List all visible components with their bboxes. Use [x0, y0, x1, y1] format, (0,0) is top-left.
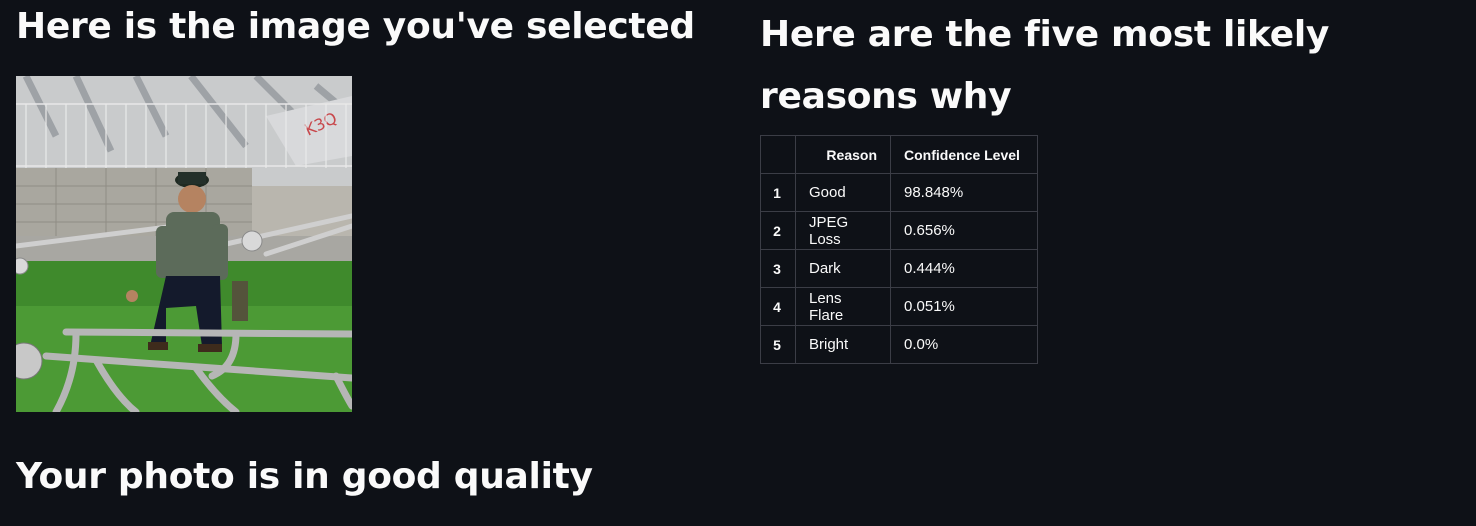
reason-cell: Good	[795, 173, 891, 212]
selected-photo: K3Q	[16, 76, 352, 412]
row-index: 1	[760, 173, 796, 212]
confidence-cell: 0.0%	[890, 325, 1038, 364]
table-row: 3 Dark 0.444%	[760, 249, 1038, 288]
reason-cell: JPEG Loss	[795, 211, 891, 250]
confidence-cell: 98.848%	[890, 173, 1038, 212]
table-row: 5 Bright 0.0%	[760, 325, 1038, 364]
reason-cell: Lens Flare	[795, 287, 891, 326]
table-row: 2 JPEG Loss 0.656%	[760, 211, 1038, 250]
row-index: 3	[760, 249, 796, 288]
confidence-cell: 0.051%	[890, 287, 1038, 326]
confidence-cell: 0.444%	[890, 249, 1038, 288]
reasons-table: Reason Confidence Level 1 Good 98.848% 2…	[760, 135, 1038, 364]
reason-cell: Dark	[795, 249, 891, 288]
row-index: 2	[760, 211, 796, 250]
row-index: 4	[760, 287, 796, 326]
reason-column-header: Reason	[795, 135, 891, 174]
index-column-header	[760, 135, 796, 174]
row-index: 5	[760, 325, 796, 364]
table-header-row: Reason Confidence Level	[760, 135, 1038, 174]
table-row: 1 Good 98.848%	[760, 173, 1038, 212]
table-row: 4 Lens Flare 0.051%	[760, 287, 1038, 326]
confidence-column-header: Confidence Level	[890, 135, 1038, 174]
confidence-cell: 0.656%	[890, 211, 1038, 250]
reason-cell: Bright	[795, 325, 891, 364]
selected-image-heading: Here is the image you've selected	[16, 6, 695, 47]
reasons-heading: Here are the five most likely reasons wh…	[760, 14, 1330, 117]
quality-result-heading: Your photo is in good quality	[16, 456, 593, 497]
